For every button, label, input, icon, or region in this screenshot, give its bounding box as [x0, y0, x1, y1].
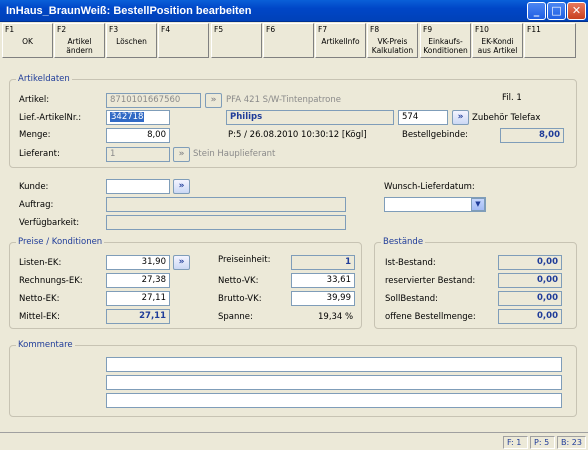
lieferant-lookup-button[interactable]: » [173, 147, 190, 162]
kommentare-legend: Kommentare [16, 340, 75, 350]
listen-ek-label: Listen-EK: [19, 258, 62, 268]
auftrag-field [106, 197, 346, 212]
bestaende-legend: Bestände [381, 237, 426, 247]
artikel-lookup-button[interactable]: » [205, 93, 222, 108]
kunde-lookup-button[interactable]: » [173, 179, 190, 194]
listen-ek-field[interactable]: 31,90 [106, 255, 170, 270]
status-p: P: 5 [530, 436, 555, 449]
kunde-field[interactable] [106, 179, 170, 194]
artikel-label: Artikel: [19, 95, 50, 105]
offene-bestellmenge-field: 0,00 [498, 309, 562, 324]
filiale-label: Fil. 1 [502, 93, 522, 103]
bestellgebinde-label: Bestellgebinde: [402, 130, 469, 140]
function-key-bar: F1 OK F2 Artikel ändern F3 Löschen F4 F5 F6… [0, 22, 588, 59]
reservierter-bestand-field: 0,00 [498, 273, 562, 288]
f11-button[interactable]: F11 [524, 23, 576, 58]
status-f: F: 1 [503, 436, 528, 449]
f1-ok-button[interactable]: F1 OK [2, 23, 53, 58]
f2-artikel-aendern-button[interactable]: F2 Artikel ändern [54, 23, 105, 58]
f4-button[interactable]: F4 [158, 23, 209, 58]
netto-ek-field[interactable]: 27,11 [106, 291, 170, 306]
rechnungs-ek-field[interactable]: 27,38 [106, 273, 170, 288]
warengruppe-description: Zubehör Telefax [472, 113, 541, 123]
verfuegbarkeit-field [106, 215, 346, 230]
f3-loeschen-button[interactable]: F3 Löschen [106, 23, 157, 58]
spanne-value: 19,34 % [318, 312, 354, 322]
wunsch-lieferdatum-label: Wunsch-Lieferdatum: [384, 182, 475, 192]
mittel-ek-field: 27,11 [106, 309, 170, 324]
kommentar-line-3[interactable] [106, 393, 562, 408]
artikel-field[interactable]: 8710101667560 [106, 93, 201, 108]
kunde-label: Kunde: [19, 182, 49, 192]
menge-field[interactable]: 8,00 [106, 128, 170, 143]
sollbestand-field: 0,00 [498, 291, 562, 306]
netto-vk-field[interactable]: 33,61 [291, 273, 355, 288]
f5-button[interactable]: F5 [211, 23, 262, 58]
minimize-button[interactable]: _ [527, 2, 546, 20]
lief-artikelnr-label: Lief.-ArtikelNr.: [19, 113, 82, 123]
preiseinheit-field: 1 [291, 255, 355, 270]
brutto-vk-label: Brutto-VK: [218, 294, 262, 304]
kommentar-line-2[interactable] [106, 375, 562, 390]
window-title: InHaus_BraunWeiß: BestellPosition bearbe… [6, 5, 252, 17]
kommentar-line-1[interactable] [106, 357, 562, 372]
offene-bestellmenge-label: offene Bestellmenge: [385, 312, 476, 322]
spanne-label: Spanne: [218, 312, 253, 322]
artikeldaten-legend: Artikeldaten [16, 74, 72, 84]
maximize-button[interactable]: □ [547, 2, 566, 20]
reservierter-bestand-label: reservierter Bestand: [385, 276, 476, 286]
bestellgebinde-field: 8,00 [500, 128, 564, 143]
netto-ek-label: Netto-EK: [19, 294, 60, 304]
f8-vk-preis-button[interactable]: F8 VK-Preis Kalkulation [367, 23, 418, 58]
mittel-ek-label: Mittel-EK: [19, 312, 60, 322]
netto-vk-label: Netto-VK: [218, 276, 259, 286]
f9-einkaufs-konditionen-button[interactable]: F9 Einkaufs- Konditionen [420, 23, 471, 58]
verfuegbarkeit-label: Verfügbarkeit: [19, 218, 80, 228]
f7-artikelinfo-button[interactable]: F7 ArtikelInfo [315, 23, 366, 58]
menge-label: Menge: [19, 130, 51, 140]
lieferant-label: Lieferant: [19, 149, 60, 159]
status-bar: F: 1 P: 5 B: 23 [0, 432, 588, 450]
f10-ek-kondi-button[interactable]: F10 EK-Kondi aus Artikel [472, 23, 523, 58]
f6-button[interactable]: F6 [263, 23, 314, 58]
lieferant-description: Stein Hauplieferant [193, 149, 276, 159]
auftrag-label: Auftrag: [19, 200, 54, 210]
warengruppe-field[interactable]: 574 [398, 110, 448, 125]
lief-artikelnr-field[interactable]: 342718 [106, 110, 170, 125]
listen-ek-lookup-button[interactable]: » [173, 255, 190, 270]
ist-bestand-label: Ist-Bestand: [385, 258, 436, 268]
status-b: B: 23 [557, 436, 586, 449]
brutto-vk-field[interactable]: 39,99 [291, 291, 355, 306]
preise-legend: Preise / Konditionen [16, 237, 105, 247]
position-info: P:5 / 26.08.2010 10:30:12 [Kögl] [228, 130, 367, 140]
rechnungs-ek-label: Rechnungs-EK: [19, 276, 83, 286]
sollbestand-label: SollBestand: [385, 294, 438, 304]
warengruppe-lookup-button[interactable]: » [452, 110, 469, 125]
close-button[interactable]: ✕ [567, 2, 586, 20]
preiseinheit-label: Preiseinheit: [218, 255, 271, 265]
ist-bestand-field: 0,00 [498, 255, 562, 270]
brand-field: Philips [226, 110, 394, 125]
title-bar: InHaus_BraunWeiß: BestellPosition bearbe… [0, 0, 588, 22]
artikel-description: PFA 421 S/W-Tintenpatrone [226, 95, 341, 105]
lieferant-field[interactable]: 1 [106, 147, 170, 162]
chevron-down-icon[interactable]: ▼ [471, 198, 485, 211]
